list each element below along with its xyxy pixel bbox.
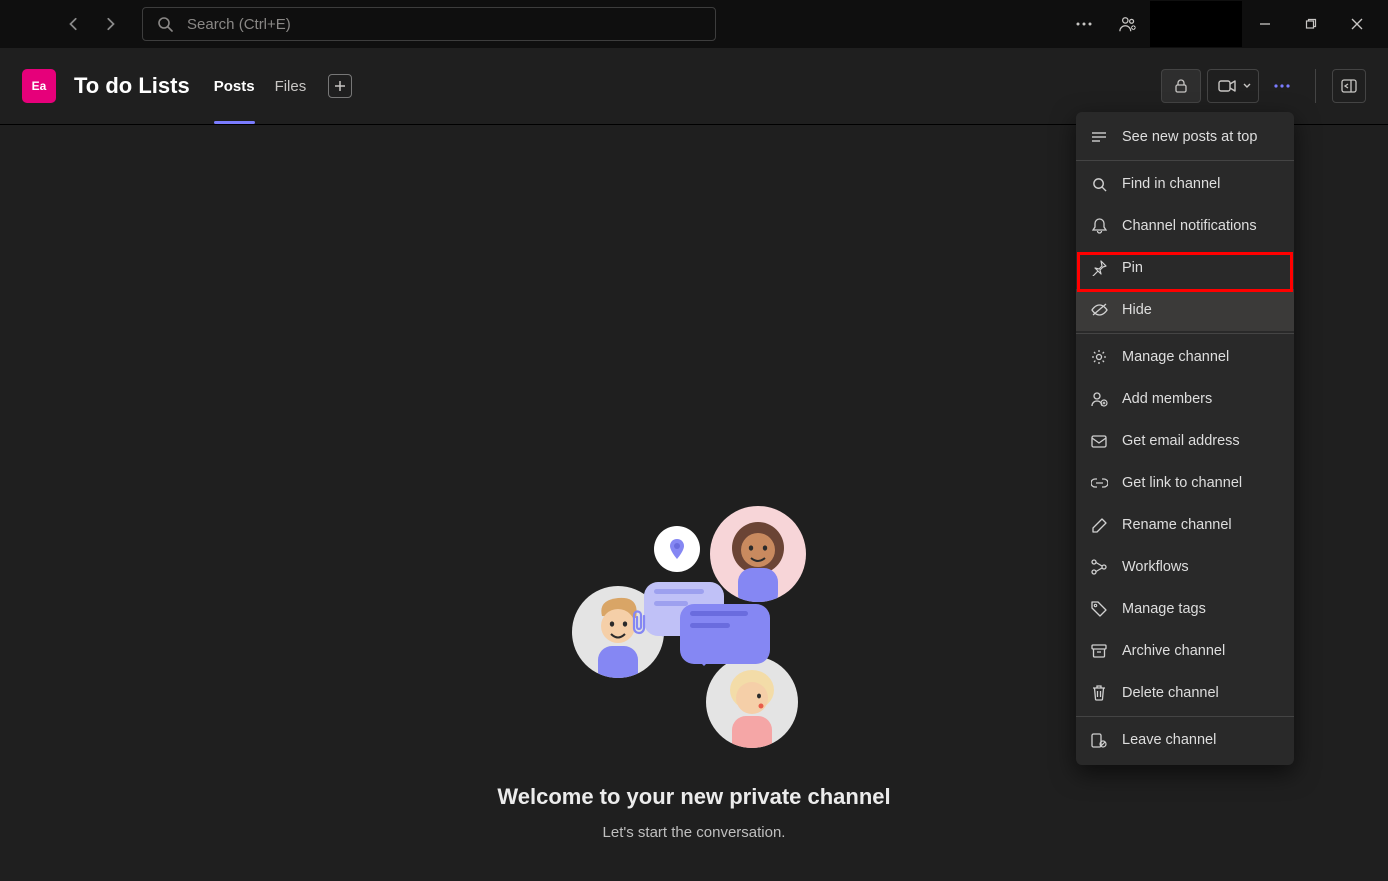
- menu-channel-notifications[interactable]: Channel notifications: [1076, 205, 1294, 247]
- tab-posts[interactable]: Posts: [214, 48, 255, 124]
- menu-label: Rename channel: [1122, 517, 1232, 533]
- channel-privacy-button[interactable]: [1161, 69, 1201, 103]
- menu-workflows[interactable]: Workflows: [1076, 546, 1294, 588]
- menu-archive-channel[interactable]: Archive channel: [1076, 630, 1294, 672]
- team-avatar[interactable]: Ea: [22, 69, 56, 103]
- illustration-person: [710, 506, 806, 602]
- gear-icon: [1090, 348, 1108, 366]
- menu-rename-channel[interactable]: Rename channel: [1076, 504, 1294, 546]
- leave-icon: [1090, 731, 1108, 749]
- separator: [1315, 69, 1316, 103]
- pin-icon: [1090, 259, 1108, 277]
- menu-label: Workflows: [1122, 559, 1189, 575]
- menu-manage-tags[interactable]: Manage tags: [1076, 588, 1294, 630]
- menu-label: Manage tags: [1122, 601, 1206, 617]
- menu-label: Delete channel: [1122, 685, 1219, 701]
- nav-back-button[interactable]: [58, 8, 90, 40]
- menu-label: Hide: [1122, 302, 1152, 318]
- panel-icon: [1341, 79, 1357, 93]
- menu-pin[interactable]: Pin: [1076, 247, 1294, 289]
- mail-icon: [1090, 432, 1108, 450]
- chevron-left-icon: [67, 17, 81, 31]
- account-area[interactable]: [1150, 1, 1242, 47]
- search-icon: [1090, 175, 1108, 193]
- menu-see-new-posts[interactable]: See new posts at top: [1076, 116, 1294, 158]
- tab-files[interactable]: Files: [275, 48, 307, 124]
- channel-context-menu: See new posts at top Find in channel Cha…: [1076, 112, 1294, 765]
- welcome-title: Welcome to your new private channel: [497, 784, 890, 810]
- tag-icon: [1090, 600, 1108, 618]
- titlebar-right: [1062, 1, 1380, 47]
- menu-separator: [1076, 333, 1294, 334]
- add-tab-button[interactable]: [328, 74, 352, 98]
- chevron-down-icon: [1242, 81, 1252, 91]
- open-pane-button[interactable]: [1332, 69, 1366, 103]
- person-add-icon: [1090, 390, 1108, 408]
- menu-manage-channel[interactable]: Manage channel: [1076, 336, 1294, 378]
- chevron-right-icon: [103, 17, 117, 31]
- menu-label: Manage channel: [1122, 349, 1229, 365]
- menu-label: Get link to channel: [1122, 475, 1242, 491]
- menu-label: Find in channel: [1122, 176, 1220, 192]
- archive-icon: [1090, 642, 1108, 660]
- channel-tabs: Posts Files: [214, 48, 353, 124]
- close-button[interactable]: [1334, 1, 1380, 47]
- menu-get-link[interactable]: Get link to channel: [1076, 462, 1294, 504]
- lock-icon: [1173, 78, 1189, 94]
- welcome-subtitle: Let's start the conversation.: [603, 824, 786, 841]
- menu-label: See new posts at top: [1122, 129, 1257, 145]
- nav-forward-button[interactable]: [94, 8, 126, 40]
- header-actions: [1161, 69, 1366, 103]
- menu-label: Archive channel: [1122, 643, 1225, 659]
- menu-label: Pin: [1122, 260, 1143, 276]
- illustration-person: [706, 656, 798, 748]
- edit-icon: [1090, 516, 1108, 534]
- menu-separator: [1076, 716, 1294, 717]
- menu-delete-channel[interactable]: Delete channel: [1076, 672, 1294, 714]
- menu-label: Get email address: [1122, 433, 1240, 449]
- menu-leave-channel[interactable]: Leave channel: [1076, 719, 1294, 761]
- eye-off-icon: [1090, 301, 1108, 319]
- illustration-clip: [628, 610, 650, 636]
- menu-label: Leave channel: [1122, 732, 1216, 748]
- channel-more-button[interactable]: [1265, 69, 1299, 103]
- maximize-button[interactable]: [1288, 1, 1334, 47]
- maximize-icon: [1305, 18, 1317, 30]
- menu-add-members[interactable]: Add members: [1076, 378, 1294, 420]
- minimize-button[interactable]: [1242, 1, 1288, 47]
- bell-icon: [1090, 217, 1108, 235]
- workflow-icon: [1090, 558, 1108, 576]
- sort-icon: [1090, 128, 1108, 146]
- search-box[interactable]: [142, 7, 716, 41]
- trash-icon: [1090, 684, 1108, 702]
- menu-get-email[interactable]: Get email address: [1076, 420, 1294, 462]
- minimize-icon: [1259, 18, 1271, 30]
- menu-label: Add members: [1122, 391, 1212, 407]
- search-icon: [157, 16, 173, 32]
- illustration-bubble: [680, 604, 770, 664]
- channel-title: To do Lists: [74, 73, 190, 99]
- nav-arrows: [58, 8, 126, 40]
- more-icon: [1076, 22, 1092, 26]
- menu-label: Channel notifications: [1122, 218, 1257, 234]
- menu-separator: [1076, 160, 1294, 161]
- meet-button[interactable]: [1207, 69, 1259, 103]
- video-icon: [1218, 79, 1236, 93]
- more-icon: [1274, 84, 1290, 88]
- people-button[interactable]: [1106, 1, 1150, 47]
- more-button[interactable]: [1062, 1, 1106, 47]
- plus-icon: [334, 80, 346, 92]
- illustration-pin: [654, 526, 700, 572]
- link-icon: [1090, 474, 1108, 492]
- menu-find-in-channel[interactable]: Find in channel: [1076, 163, 1294, 205]
- title-bar: [0, 0, 1388, 48]
- menu-hide[interactable]: Hide: [1076, 289, 1294, 331]
- welcome-illustration: [564, 496, 824, 756]
- close-icon: [1351, 18, 1363, 30]
- search-input[interactable]: [187, 16, 701, 33]
- people-icon: [1119, 15, 1137, 33]
